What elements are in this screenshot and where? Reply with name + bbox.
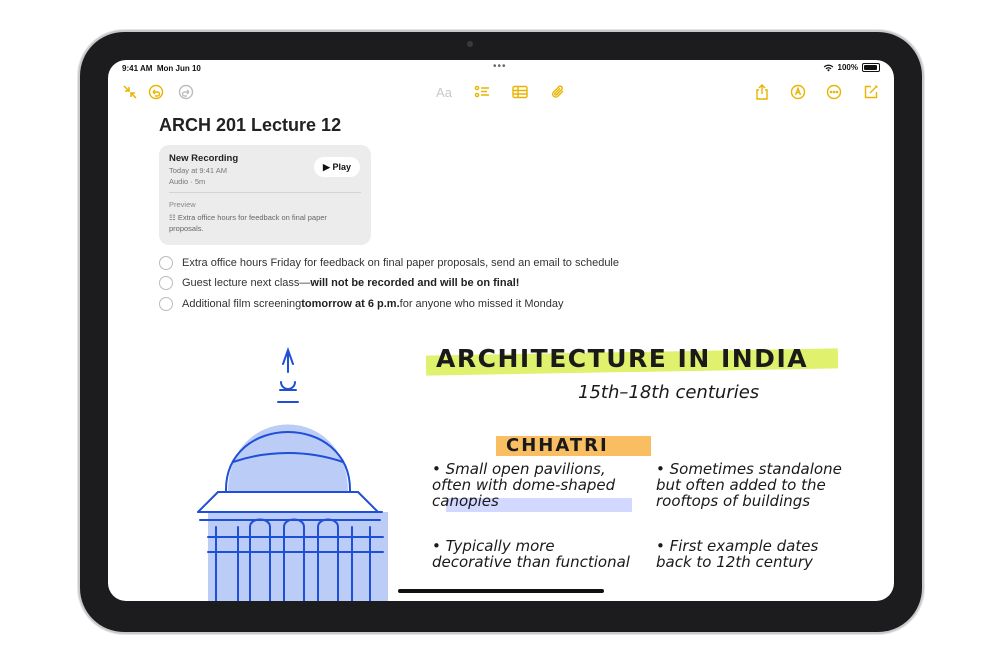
note-title[interactable]: ARCH 201 Lecture 12 xyxy=(159,115,341,136)
preview-label: Preview xyxy=(169,200,196,209)
undo-icon[interactable] xyxy=(146,82,166,102)
recording-card[interactable]: New Recording Today at 9:41 AM Audio · 5… xyxy=(159,145,371,245)
markup-icon[interactable] xyxy=(788,82,808,102)
camera xyxy=(467,41,473,47)
checkbox[interactable] xyxy=(159,297,173,311)
format-button[interactable]: Aa xyxy=(432,82,456,102)
preview-text: ☷ Extra office hours for feedback on fin… xyxy=(169,213,327,233)
checkbox[interactable] xyxy=(159,256,173,270)
handwritten-heading: ARCHITECTURE IN INDIA xyxy=(436,344,809,373)
wifi-icon xyxy=(823,64,833,72)
battery-percent: 100% xyxy=(837,63,858,72)
more-icon[interactable] xyxy=(824,82,844,102)
handwritten-subheading: 15th–18th centuries xyxy=(578,382,760,403)
checklist-item[interactable]: Extra office hours Friday for feedback o… xyxy=(159,255,619,271)
transcript-icon: ☷ xyxy=(169,213,178,222)
handwritten-bullet: • Sometimes standalone but often added t… xyxy=(656,460,842,510)
handwritten-bullet: • Small open pavilions, often with dome-… xyxy=(432,460,616,510)
chhatri-sketch xyxy=(197,347,388,601)
recording-name: New Recording xyxy=(169,153,239,164)
status-bar: 9:41 AM Mon Jun 10 ••• 100% xyxy=(108,60,894,78)
checklist-icon[interactable] xyxy=(472,82,492,102)
handwritten-section: CHHATRI xyxy=(506,435,609,456)
redo-icon[interactable] xyxy=(176,82,196,102)
checklist-item[interactable]: Additional film screening tomorrow at 6 … xyxy=(159,296,564,312)
recording-meta: Audio · 5m xyxy=(169,177,206,186)
recording-date: Today at 9:41 AM xyxy=(169,166,227,175)
play-button[interactable]: ▶ Play xyxy=(314,157,360,177)
checkbox[interactable] xyxy=(159,276,173,290)
status-time: 9:41 AM Mon Jun 10 xyxy=(122,64,201,73)
handwritten-bullet: • First example dates back to 12th centu… xyxy=(656,537,819,571)
battery-icon xyxy=(862,63,880,72)
home-indicator[interactable] xyxy=(398,589,604,593)
handwritten-bullet: • Typically more decorative than functio… xyxy=(432,537,630,571)
notes-screen: 9:41 AM Mon Jun 10 ••• 100% Aa ARCH 201 … xyxy=(108,60,894,601)
share-icon[interactable] xyxy=(752,82,772,102)
status-right: 100% xyxy=(823,63,880,72)
checklist-item[interactable]: Guest lecture next class— will not be rec… xyxy=(159,275,519,291)
collapse-icon[interactable] xyxy=(120,82,140,102)
compose-icon[interactable] xyxy=(861,82,881,102)
recording-divider xyxy=(169,192,361,193)
multitasking-dots[interactable]: ••• xyxy=(493,61,507,72)
table-icon[interactable] xyxy=(510,82,530,102)
attachment-icon[interactable] xyxy=(548,82,568,102)
